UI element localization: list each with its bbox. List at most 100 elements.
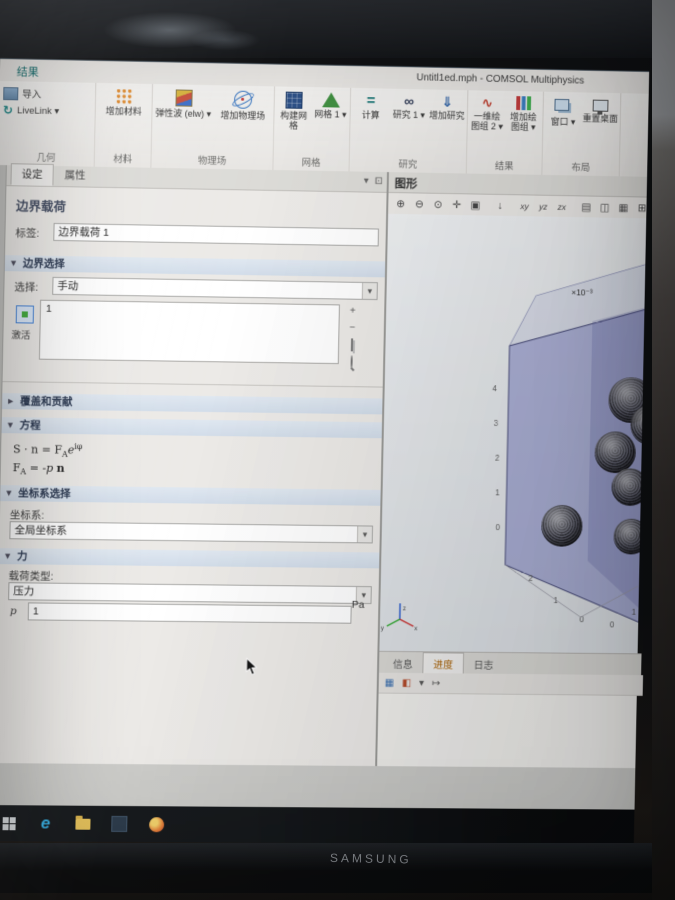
tab-properties[interactable]: 属性 [53,164,96,187]
tab-settings[interactable]: 设定 [10,163,53,186]
ribbon-group-materials: 增加材料 材料 [95,83,153,168]
z-tick: 2 [495,454,500,463]
monitor-brand: SAMSUNG [330,851,440,867]
selection-list-item[interactable]: 1 [41,301,339,322]
zoom-to-selection-icon [351,355,353,368]
edge-taskbar-button[interactable]: e [33,811,57,835]
mesh-triangle-icon [322,92,340,107]
tab-progress[interactable]: 进度 [422,652,464,674]
copy-image-button[interactable]: ◫ [595,200,614,216]
label-field[interactable]: 边界载荷 1 [53,223,379,246]
livelink-button[interactable]: ↻ LiveLink ▾ [3,104,59,117]
group-label-materials: 材料 [97,153,149,168]
atom-icon [234,91,252,109]
axis-scale-label: ×10⁻³ [571,287,593,297]
selection-list[interactable]: 1 [39,300,340,364]
livelink-icon: ↻ [3,104,13,116]
graphics-panel: 图形 ⊕ ⊖ ⊙ ✛ ▣ ↓ xy yz zx ▤ ◫ ▦ ⊞ 4 3 2 1 … [377,172,647,768]
active-toggle[interactable] [16,305,34,323]
view-yz-button[interactable]: yz [534,199,553,215]
ribbon-group-study: = 计算 ∞ 研究 1 ▾ ⇓ 增加研究 研究 [349,88,468,174]
step-forward-icon[interactable]: ↦ [432,678,440,689]
triad-y-label: y [381,626,384,632]
build-mesh-button[interactable]: 构建网格 [276,88,311,131]
tab-information[interactable]: 信息 [383,652,423,673]
selection-caption: 选择: [14,279,38,294]
browser-taskbar-button[interactable] [144,812,168,836]
app-taskbar-button[interactable] [107,812,131,836]
z-tick: 3 [494,419,499,428]
graphics-title: 图形 [394,175,417,191]
add-plot-group-button[interactable]: 增加绘图组 ▾ [506,93,541,133]
add-study-icon: ⇓ [441,95,453,109]
coordinate-dropdown[interactable]: 全局坐标系 [9,521,373,543]
image-snapshot-button[interactable]: ▤ [577,199,596,215]
remove-from-selection-button[interactable]: − [345,321,359,334]
import-button[interactable]: 导入 [3,86,41,101]
section-equation[interactable]: 方程 [1,417,382,438]
ribbon-group-physics: 弹性波 (elw) ▾ 增加物理场 物理场 [151,84,275,170]
elastic-waves-button[interactable]: 弹性波 (elw) ▾ [154,86,212,119]
copy-selection-button[interactable] [345,338,359,351]
print-button[interactable]: ▦ [614,200,633,216]
taskbar: e [0,805,635,845]
section-coordinate-system[interactable]: 坐标系选择 [0,485,381,506]
plot-group-1d-button[interactable]: ∿ 一维绘图组 2 ▾ [470,92,505,132]
desktop-icon [593,100,609,112]
browser-icon [149,817,164,832]
compute-button[interactable]: = 计算 [352,90,389,121]
file-explorer-button[interactable] [70,812,94,836]
section-force[interactable]: 力 [0,548,379,568]
pan-button[interactable]: ✛ [447,197,466,213]
monitor-bottom-bezel: SAMSUNG [0,843,675,893]
collapse-sections-icon[interactable]: ▾ [364,176,369,187]
progress-toolbar: ▦ ◧ ▾ ↦ [379,673,643,696]
selection-toolbar: + − [345,305,360,369]
add-to-selection-button[interactable]: + [346,305,360,318]
window-button[interactable]: 窗口 ▾ [545,94,581,128]
sine-wave-icon: ∿ [481,95,493,109]
expand-icon[interactable]: ▾ [419,678,424,689]
zoom-extents-button[interactable]: ⊙ [429,197,448,213]
z-tick: 1 [495,488,500,497]
triad-z-label: z [403,606,406,612]
section-override[interactable]: 覆盖和贡献 [2,393,383,414]
color-legend-icon[interactable]: ◧ [402,677,412,688]
zoom-in-button[interactable]: ⊕ [391,196,410,212]
add-physics-button[interactable]: 增加物理场 [214,87,272,121]
edge-icon: e [41,813,51,833]
section-boundary-selection[interactable]: 边界选择 [5,255,385,277]
app-icon [111,816,127,832]
zoom-out-button[interactable]: ⊖ [410,196,429,212]
start-button[interactable] [0,811,21,835]
z-tick: 0 [496,523,501,532]
zoom-to-selection-button[interactable] [345,355,359,368]
ribbon-group-geometry: 导入 ↻ LiveLink ▾ 几何 [0,81,96,167]
add-study-button[interactable]: ⇓ 增加研究 [429,91,466,121]
monitor-top-bezel [0,0,675,58]
add-material-button[interactable]: 增加材料 [98,85,150,117]
study-icon: ∞ [404,94,414,108]
reset-desktop-button[interactable]: 重置桌面 [583,94,619,124]
view-zx-button[interactable]: zx [552,199,571,215]
graphics-scene[interactable]: 4 3 2 1 0 ×10⁻³ 2 1 0 0 1 z x y [379,214,646,654]
load-type-dropdown[interactable]: 压力 [8,582,372,604]
settings-panel: 设定 属性 ▾ ⊡ 边界载荷 标签: 边界载荷 1 边界选择 选择: 手动 激活… [0,165,389,766]
default-view-button[interactable]: ↓ [491,198,510,214]
view-xy-button[interactable]: xy [515,198,534,214]
pressure-field[interactable]: 1 [28,602,352,623]
mesh-1-button[interactable]: 网格 1 ▾ [313,89,348,120]
scene-settings-button[interactable]: ⊞ [633,200,652,216]
zoom-box-button[interactable]: ▣ [466,197,485,213]
tab-log[interactable]: 日志 [464,653,504,674]
group-label-results: 结果 [469,160,540,175]
result-table-icon[interactable]: ▦ [385,677,395,688]
detach-panel-icon[interactable]: ⊡ [374,176,382,187]
selection-dropdown[interactable]: 手动 [52,277,378,300]
window-icon [554,99,569,111]
ribbon-group-mesh: 构建网格 网格 1 ▾ 网格 [273,86,351,171]
desktop-strip [0,763,635,810]
screen: 结果 Untitl1ed.mph - COMSOL Multiphysics 导… [0,58,649,845]
study-1-button[interactable]: ∞ 研究 1 ▾ [391,91,428,121]
pressure-unit: Pa [352,599,365,611]
